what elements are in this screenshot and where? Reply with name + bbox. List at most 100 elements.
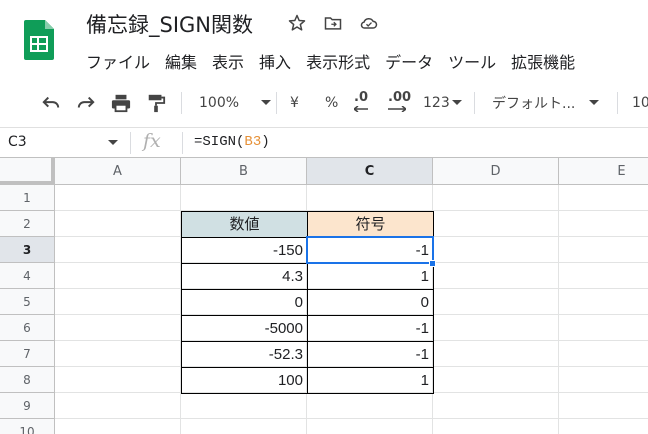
cell-c10[interactable]: [307, 419, 433, 434]
fill-handle[interactable]: [429, 260, 436, 267]
zoom-select[interactable]: 100%: [199, 92, 272, 114]
more-formats-button[interactable]: 123: [423, 92, 462, 114]
cell-c2-header-sign[interactable]: 符号: [307, 211, 434, 238]
row-header-10[interactable]: 10: [0, 419, 55, 434]
cell-a1[interactable]: [55, 185, 181, 211]
cell-e8[interactable]: [559, 367, 648, 393]
cell-d5[interactable]: [433, 289, 559, 315]
row-header-7[interactable]: 7: [0, 341, 55, 367]
column-header-c[interactable]: C: [307, 158, 433, 185]
cell-d6[interactable]: [433, 315, 559, 341]
menu-format[interactable]: 表示形式: [306, 49, 370, 73]
cell-a5[interactable]: [55, 289, 181, 315]
row-header-2[interactable]: 2: [0, 211, 55, 237]
cell-c1[interactable]: [307, 185, 433, 211]
format-currency-button[interactable]: ¥: [290, 92, 299, 114]
cell-c8[interactable]: 1: [307, 367, 434, 394]
column-header-a[interactable]: A: [55, 158, 181, 185]
cell-b7[interactable]: -52.3: [181, 341, 308, 368]
cell-a9[interactable]: [55, 393, 181, 419]
cell-d8[interactable]: [433, 367, 559, 393]
print-icon[interactable]: [110, 92, 132, 114]
cell-c3[interactable]: -1: [307, 237, 434, 264]
cell-a8[interactable]: [55, 367, 181, 393]
cell-a2[interactable]: [55, 211, 181, 237]
menu-insert[interactable]: 挿入: [259, 49, 291, 73]
cell-d7[interactable]: [433, 341, 559, 367]
toolbar-divider: [276, 92, 277, 114]
column-header-d[interactable]: D: [433, 158, 559, 185]
row-header-9[interactable]: 9: [0, 393, 55, 419]
title-bar: 備忘録_SIGN関数 ファイル 編集 表示 挿入 表示形式 データ ツール 拡張…: [0, 0, 648, 78]
cell-c9[interactable]: [307, 393, 433, 419]
increase-decimal-button[interactable]: .00: [388, 90, 411, 116]
column-header-e[interactable]: E: [559, 158, 648, 185]
row-header-1[interactable]: 1: [0, 185, 55, 211]
sheets-logo-icon[interactable]: [24, 20, 54, 60]
name-box[interactable]: C3: [8, 134, 27, 150]
menu-data[interactable]: データ: [385, 49, 433, 73]
cell-a7[interactable]: [55, 341, 181, 367]
row-header-3[interactable]: 3: [0, 237, 55, 263]
cell-d4[interactable]: [433, 263, 559, 289]
star-icon[interactable]: [286, 12, 308, 34]
cell-b8[interactable]: 100: [181, 367, 308, 394]
formula-divider: [182, 132, 183, 154]
cell-d1[interactable]: [433, 185, 559, 211]
cell-b6[interactable]: -5000: [181, 315, 308, 342]
redo-icon[interactable]: [75, 92, 97, 114]
format-percent-button[interactable]: %: [325, 92, 338, 114]
cell-b9[interactable]: [181, 393, 307, 419]
row-header-4[interactable]: 4: [0, 263, 55, 289]
cell-a3[interactable]: [55, 237, 181, 263]
menu-extensions[interactable]: 拡張機能: [511, 49, 575, 73]
cell-c6[interactable]: -1: [307, 315, 434, 342]
row-header-6[interactable]: 6: [0, 315, 55, 341]
cell-e9[interactable]: [559, 393, 648, 419]
cell-b4[interactable]: 4.3: [181, 263, 308, 290]
font-select[interactable]: デフォルト...: [492, 92, 600, 114]
cloud-status-icon[interactable]: [358, 12, 380, 34]
row-header-8[interactable]: 8: [0, 367, 55, 393]
menu-edit[interactable]: 編集: [165, 49, 197, 73]
cell-c5[interactable]: 0: [307, 289, 434, 316]
undo-icon[interactable]: [40, 92, 62, 114]
cell-a6[interactable]: [55, 315, 181, 341]
cell-b5[interactable]: 0: [181, 289, 308, 316]
cell-d9[interactable]: [433, 393, 559, 419]
row-header-5[interactable]: 5: [0, 289, 55, 315]
cell-e5[interactable]: [559, 289, 648, 315]
cell-b3[interactable]: -150: [181, 237, 308, 264]
chevron-down-icon[interactable]: [108, 140, 118, 146]
cell-d2[interactable]: [433, 211, 559, 237]
select-all-corner[interactable]: [0, 158, 55, 185]
cell-a10[interactable]: [55, 419, 181, 434]
menu-view[interactable]: 表示: [212, 49, 244, 73]
move-folder-icon[interactable]: [322, 12, 344, 34]
cell-a4[interactable]: [55, 263, 181, 289]
cell-e4[interactable]: [559, 263, 648, 289]
cell-e2[interactable]: [559, 211, 648, 237]
paint-format-icon[interactable]: [146, 92, 166, 114]
cell-e7[interactable]: [559, 341, 648, 367]
spreadsheet-grid[interactable]: A B C D E 1 2 3 4 5 6 7 8 9 10 数値 符号 -15…: [0, 158, 648, 434]
cell-e6[interactable]: [559, 315, 648, 341]
cell-e3[interactable]: [559, 237, 648, 263]
cell-b10[interactable]: [181, 419, 307, 434]
font-size-input[interactable]: 10: [632, 92, 648, 114]
cell-d10[interactable]: [433, 419, 559, 434]
cell-c4[interactable]: 1: [307, 263, 434, 290]
cell-b2-header-value[interactable]: 数値: [181, 211, 308, 238]
cell-b1[interactable]: [181, 185, 307, 211]
column-header-b[interactable]: B: [181, 158, 307, 185]
function-icon: fx: [143, 130, 161, 152]
cell-e10[interactable]: [559, 419, 648, 434]
document-title[interactable]: 備忘録_SIGN関数: [86, 9, 253, 39]
cell-c7[interactable]: -1: [307, 341, 434, 368]
menu-file[interactable]: ファイル: [86, 49, 150, 73]
cell-d3[interactable]: [433, 237, 559, 263]
formula-input[interactable]: =SIGN(B3): [194, 134, 270, 150]
decrease-decimal-button[interactable]: .0: [354, 90, 368, 116]
cell-e1[interactable]: [559, 185, 648, 211]
menu-tools[interactable]: ツール: [448, 49, 496, 73]
